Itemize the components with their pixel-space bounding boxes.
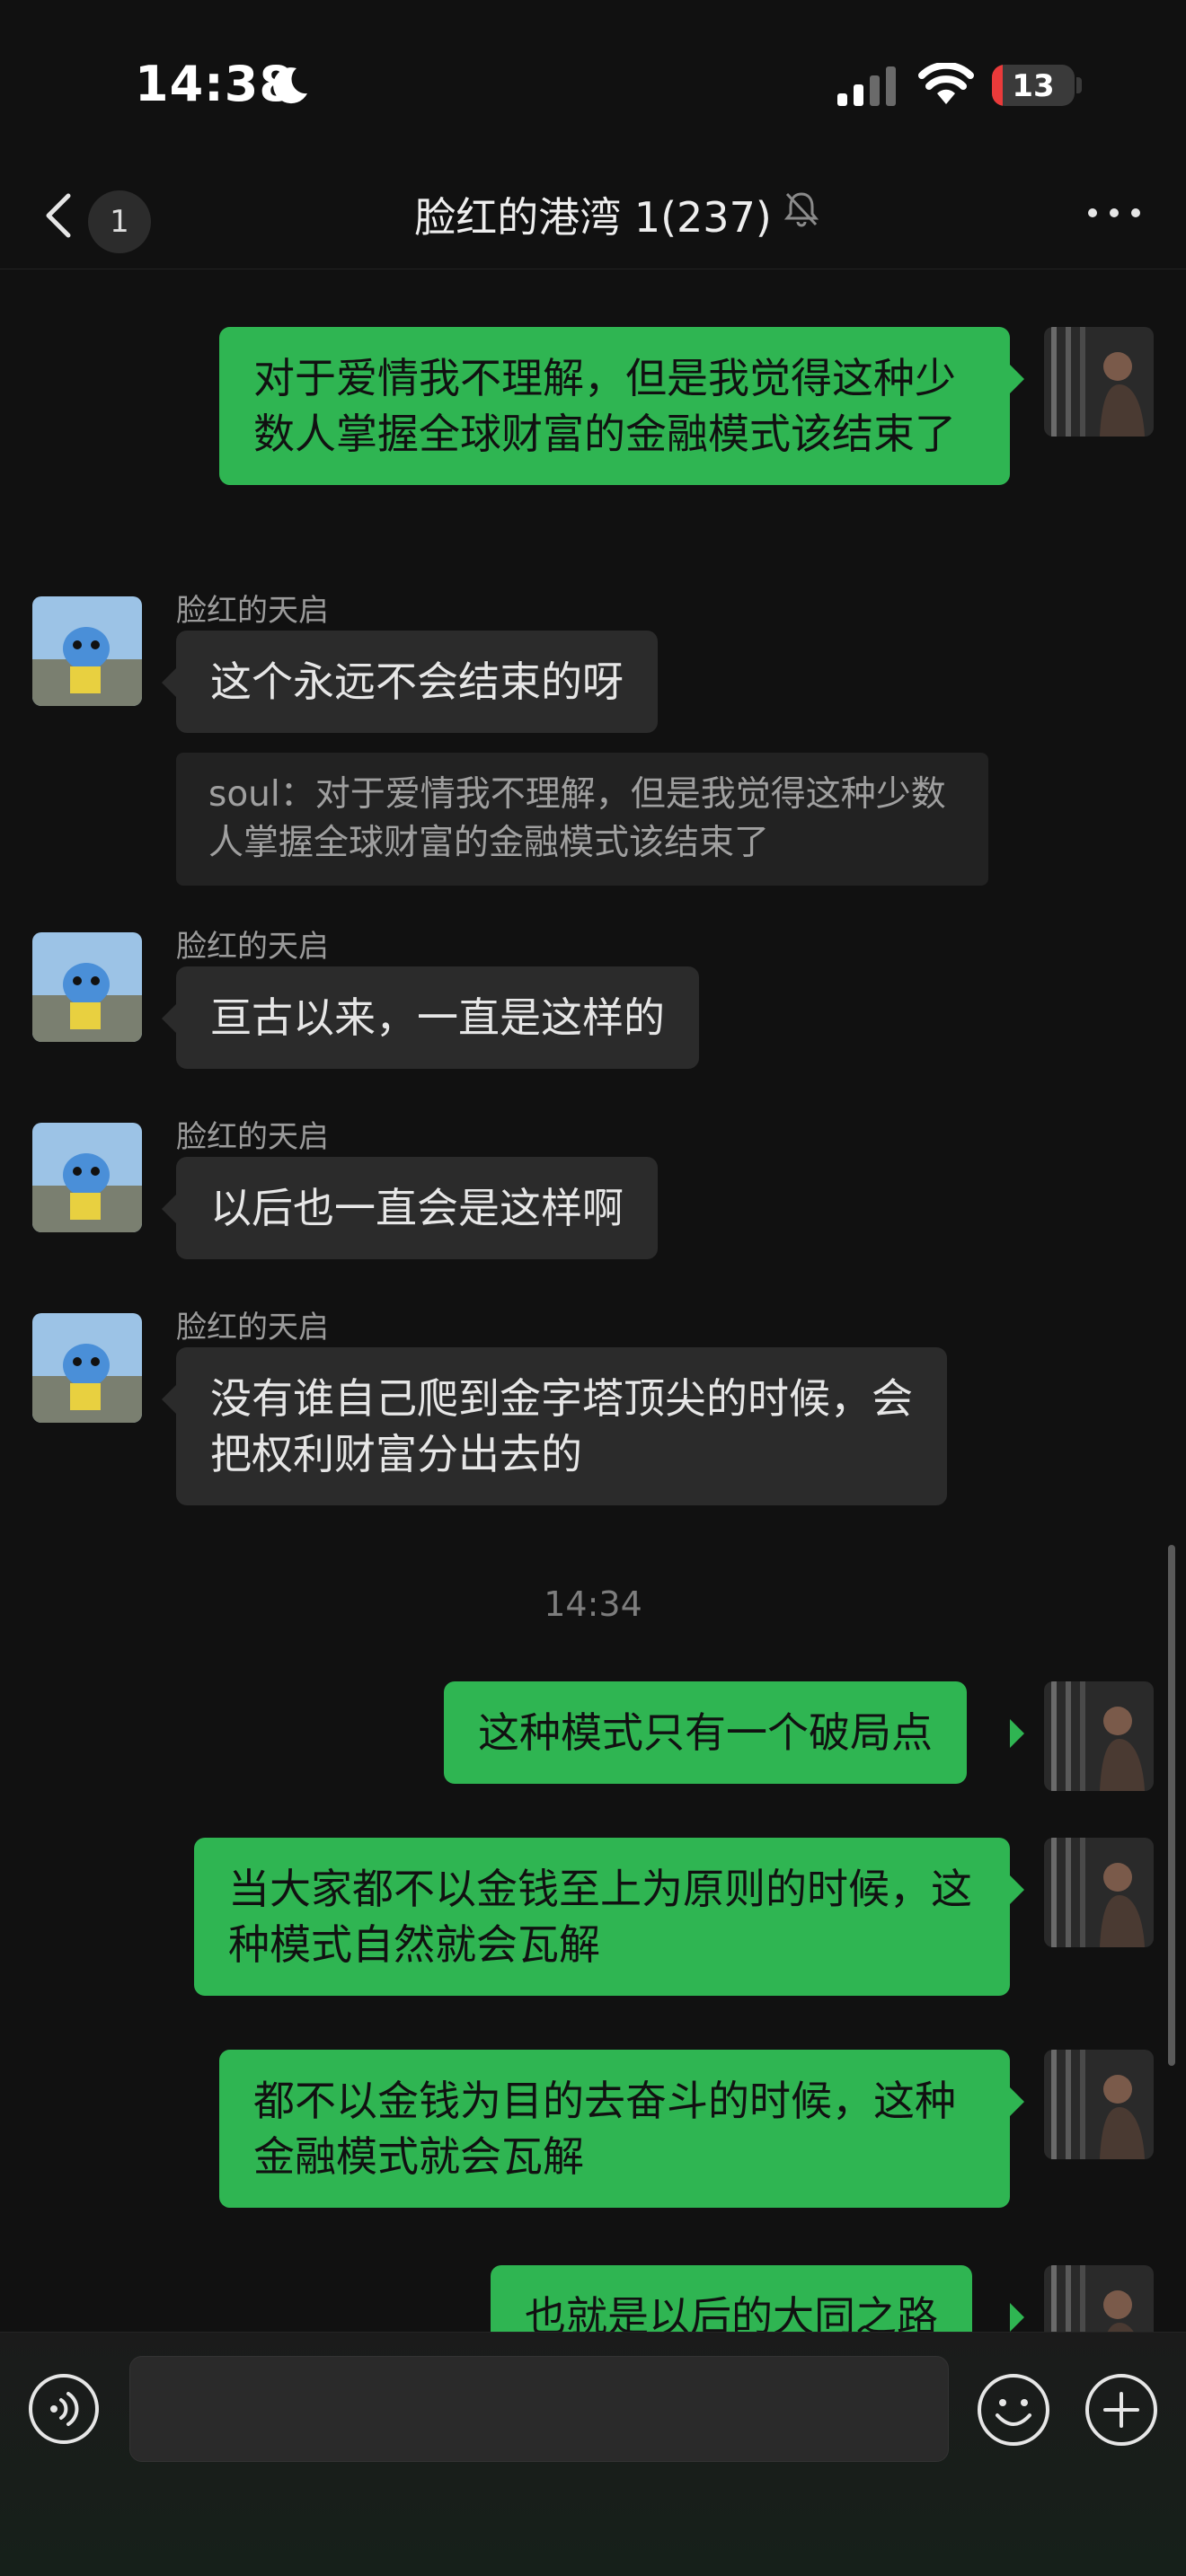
message-bubble-me[interactable]: 当大家都不以金钱至上为原则的时候，这种模式自然就会瓦解 xyxy=(194,1838,1010,1996)
wifi-icon xyxy=(918,63,974,104)
bubble-tail xyxy=(162,668,176,697)
sender-name: 脸红的天启 xyxy=(176,593,329,629)
message-bubble-me[interactable]: 也就是以后的大同之路 xyxy=(491,2265,972,2332)
avatar-other[interactable] xyxy=(32,932,142,1042)
sender-name: 脸红的天启 xyxy=(176,929,329,965)
chat-area[interactable]: 对于爱情我不理解，但是我觉得这种少数人掌握全球财富的金融模式该结束了 脸红的天启… xyxy=(0,269,1186,2332)
message-bubble-me[interactable]: 对于爱情我不理解，但是我觉得这种少数人掌握全球财富的金融模式该结束了 xyxy=(219,327,1010,485)
plus-circle-icon[interactable] xyxy=(1084,2372,1159,2448)
battery-tip xyxy=(1076,77,1082,93)
bubble-tail xyxy=(1010,1719,1024,1748)
avatar-other[interactable] xyxy=(32,1313,142,1423)
message-bubble-other[interactable]: 亘古以来，一直是这样的 xyxy=(176,966,699,1069)
input-bar xyxy=(0,2332,1186,2576)
voice-icon[interactable] xyxy=(27,2372,101,2446)
avatar-me[interactable] xyxy=(1044,327,1154,437)
avatar-other[interactable] xyxy=(32,1123,142,1232)
avatar-me[interactable] xyxy=(1044,2050,1154,2159)
quoted-message[interactable]: soul：对于爱情我不理解，但是我觉得这种少数人掌握全球财富的金融模式该结束了 xyxy=(176,753,988,886)
message-input[interactable] xyxy=(129,2356,949,2462)
message-bubble-me[interactable]: 都不以金钱为目的去奋斗的时候，这种金融模式就会瓦解 xyxy=(219,2050,1010,2208)
bubble-tail xyxy=(1010,365,1024,393)
sender-name: 脸红的天启 xyxy=(176,1119,329,1155)
avatar-me[interactable] xyxy=(1044,1681,1154,1791)
message-bubble-other[interactable]: 以后也一直会是这样啊 xyxy=(176,1157,658,1259)
bubble-tail xyxy=(1010,1875,1024,1904)
bubble-tail xyxy=(162,1385,176,1414)
battery-indicator: 13 xyxy=(992,65,1075,106)
nav-bar: 1 脸红的港湾 1(237) xyxy=(0,162,1186,269)
bubble-tail xyxy=(162,1195,176,1223)
more-horizontal-icon[interactable] xyxy=(1078,181,1150,244)
time-divider: 14:34 xyxy=(544,1584,642,1624)
bell-off-icon xyxy=(783,192,819,227)
avatar-other[interactable] xyxy=(32,596,142,706)
message-bubble-other[interactable]: 没有谁自己爬到金字塔顶尖的时候，会把权利财富分出去的 xyxy=(176,1347,947,1505)
battery-level: 13 xyxy=(1012,68,1055,104)
bubble-tail xyxy=(1010,2087,1024,2116)
bubble-tail xyxy=(162,1004,176,1033)
emoji-icon[interactable] xyxy=(976,2372,1051,2448)
status-bar: 14:38 13 xyxy=(0,0,1186,162)
sender-name: 脸红的天启 xyxy=(176,1310,329,1345)
message-bubble-other[interactable]: 这个永远不会结束的呀 xyxy=(176,631,658,733)
chat-title: 脸红的港湾 1(237) xyxy=(414,193,772,242)
scrollbar[interactable] xyxy=(1168,1545,1175,2066)
moon-icon xyxy=(273,67,307,104)
signal-icon xyxy=(837,66,896,106)
avatar-me[interactable] xyxy=(1044,2265,1154,2332)
bubble-tail xyxy=(1010,2303,1024,2332)
message-bubble-me[interactable]: 这种模式只有一个破局点 xyxy=(444,1681,967,1784)
avatar-me[interactable] xyxy=(1044,1838,1154,1947)
